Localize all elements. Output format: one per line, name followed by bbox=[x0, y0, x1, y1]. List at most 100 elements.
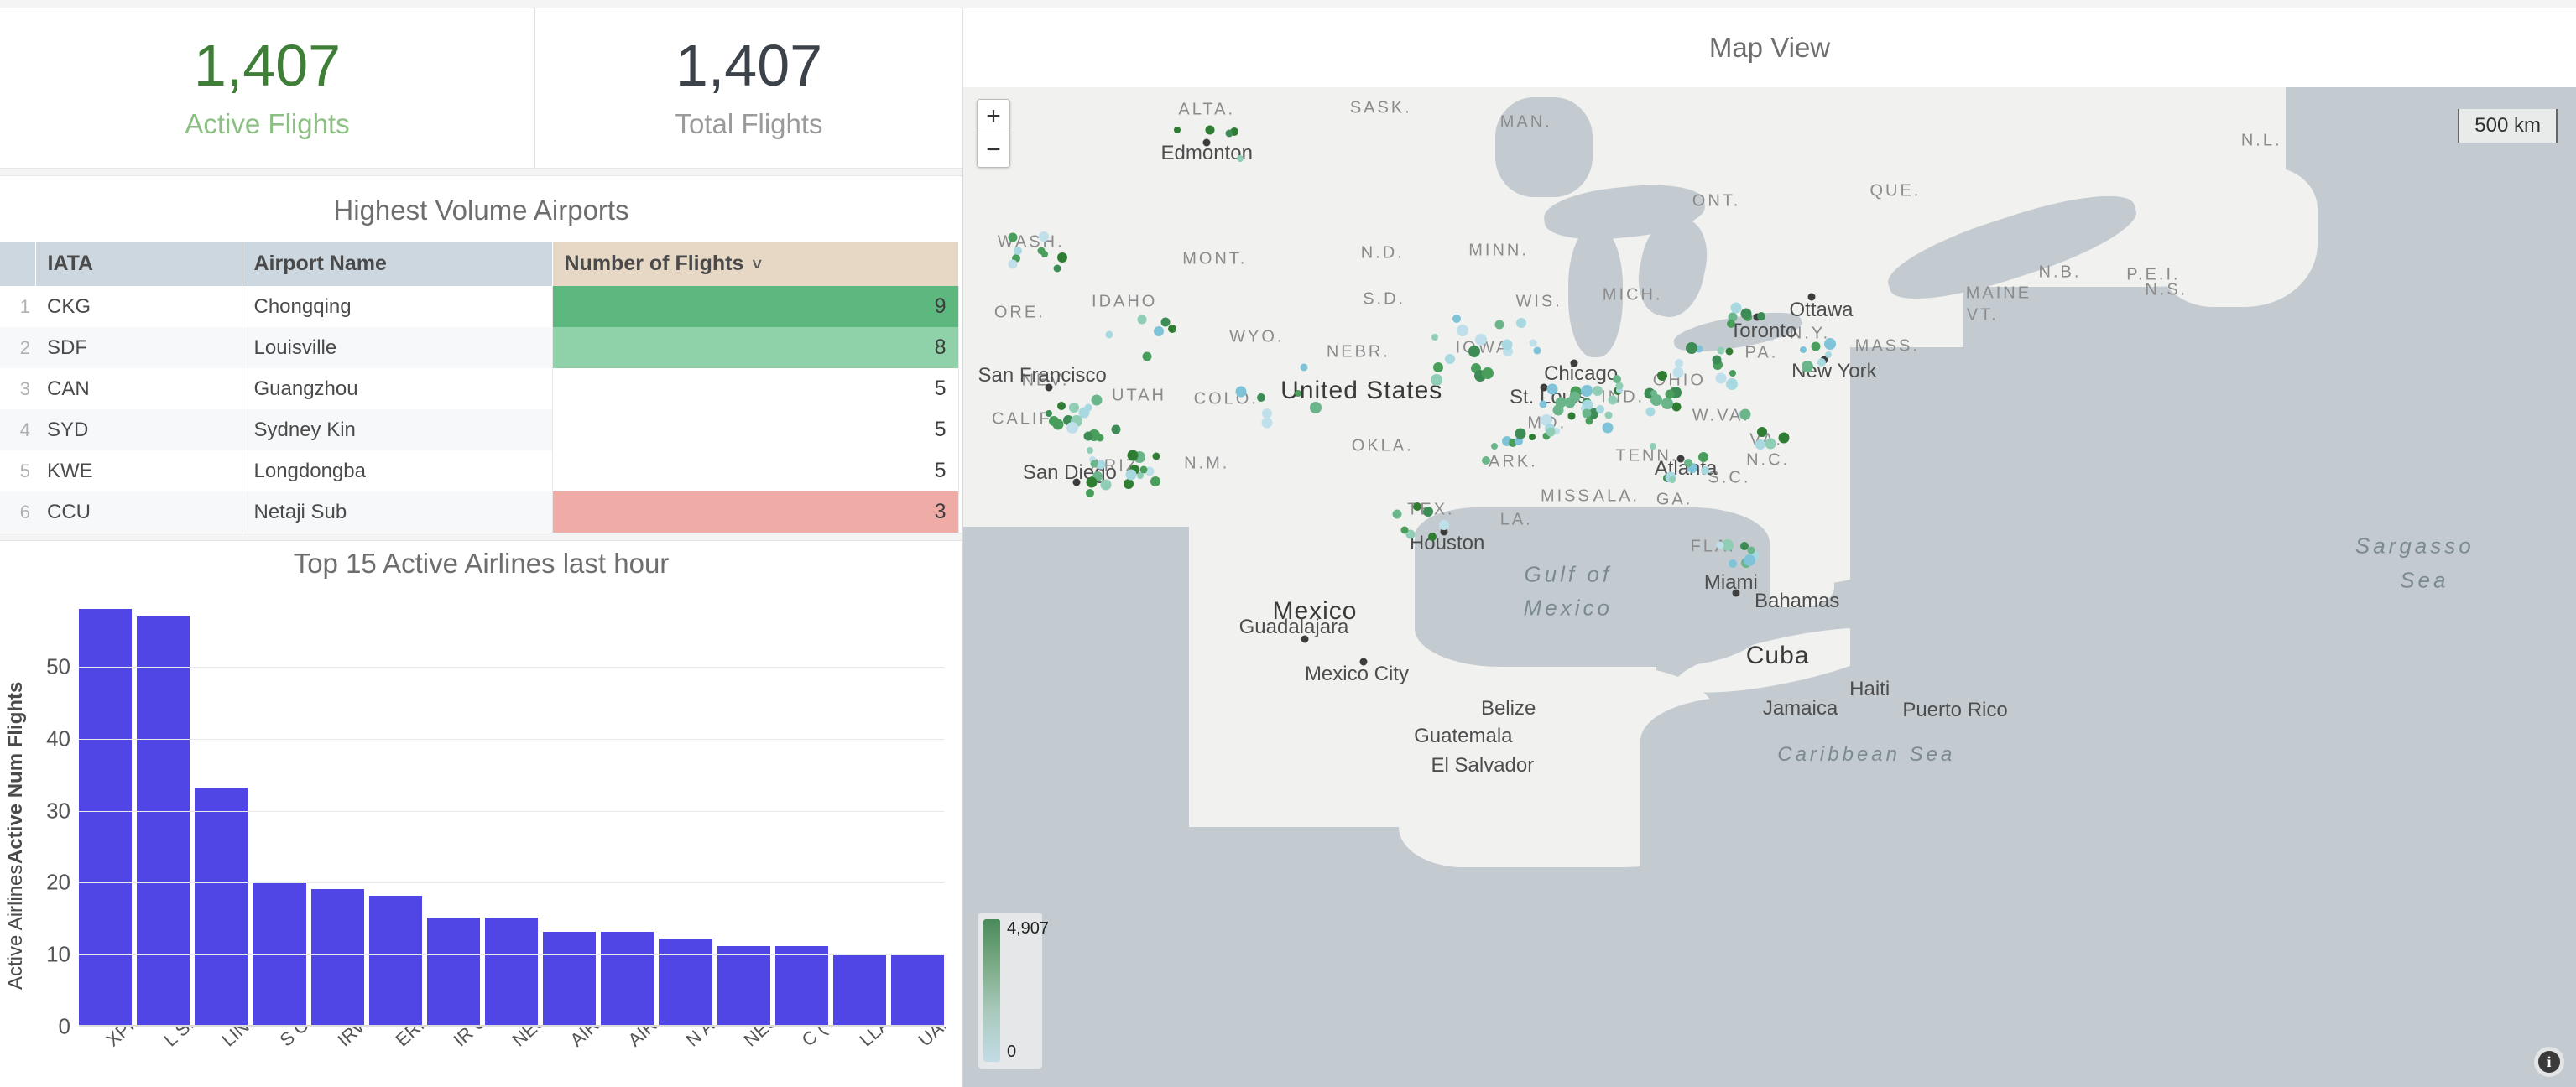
bar-14[interactable] bbox=[890, 953, 945, 1025]
flight-marker[interactable] bbox=[1569, 391, 1581, 403]
flight-marker[interactable] bbox=[1756, 311, 1765, 320]
flight-marker[interactable] bbox=[1127, 450, 1139, 461]
flight-marker[interactable] bbox=[1825, 351, 1833, 358]
flight-marker[interactable] bbox=[1739, 408, 1751, 420]
flight-marker[interactable] bbox=[1008, 232, 1018, 242]
flight-marker[interactable] bbox=[1539, 400, 1547, 408]
flight-marker[interactable] bbox=[1701, 466, 1710, 475]
flight-marker[interactable] bbox=[1516, 317, 1527, 328]
flight-marker[interactable] bbox=[1431, 334, 1438, 341]
flight-marker[interactable] bbox=[1683, 458, 1692, 467]
bar-5[interactable] bbox=[368, 896, 422, 1025]
flight-marker[interactable] bbox=[1661, 397, 1673, 409]
table-row[interactable]: 2 SDF Louisville 8 bbox=[0, 327, 959, 368]
bar-13[interactable] bbox=[832, 953, 886, 1025]
flight-marker[interactable] bbox=[1152, 452, 1160, 460]
flight-marker[interactable] bbox=[1049, 415, 1060, 426]
flight-marker[interactable] bbox=[1083, 431, 1093, 441]
flight-marker[interactable] bbox=[1501, 339, 1513, 351]
flight-marker[interactable] bbox=[1604, 411, 1613, 419]
zoom-in-button[interactable]: + bbox=[978, 100, 1009, 133]
flight-marker[interactable] bbox=[1650, 389, 1657, 397]
flight-marker[interactable] bbox=[1111, 424, 1121, 434]
flight-marker[interactable] bbox=[1427, 532, 1437, 541]
flight-marker[interactable] bbox=[1744, 554, 1756, 567]
bar-8[interactable] bbox=[543, 931, 597, 1025]
flight-marker[interactable] bbox=[1057, 402, 1066, 411]
flight-marker[interactable] bbox=[1717, 346, 1725, 355]
flight-marker[interactable] bbox=[1546, 383, 1558, 395]
flight-marker[interactable] bbox=[1698, 452, 1709, 463]
flight-marker[interactable] bbox=[1468, 346, 1480, 358]
kpi-card-total-flights[interactable]: 1,407 Total Flights bbox=[535, 8, 963, 168]
bar-4[interactable] bbox=[310, 888, 364, 1025]
flight-marker[interactable] bbox=[1084, 403, 1092, 412]
flight-marker[interactable] bbox=[1756, 426, 1767, 437]
bar-10[interactable] bbox=[659, 939, 712, 1025]
flight-marker[interactable] bbox=[1675, 358, 1684, 367]
flight-marker[interactable] bbox=[1580, 385, 1593, 398]
flight-marker[interactable] bbox=[1715, 372, 1727, 384]
map-zoom-controls[interactable]: + − bbox=[977, 99, 1010, 168]
flight-marker[interactable] bbox=[1529, 433, 1536, 440]
table-row[interactable]: 1 CKG Chongqing 9 bbox=[0, 286, 959, 327]
flight-marker[interactable] bbox=[1173, 126, 1181, 133]
flight-marker[interactable] bbox=[1712, 355, 1722, 365]
flight-marker[interactable] bbox=[1105, 330, 1113, 339]
column-header-number-of-flights[interactable]: Number of Flights ˅ bbox=[552, 242, 959, 286]
table-row[interactable]: 4 SYD Sydney Kin 5 bbox=[0, 409, 959, 450]
flight-marker[interactable] bbox=[1142, 351, 1152, 361]
flight-marker[interactable] bbox=[1124, 478, 1134, 489]
flight-marker[interactable] bbox=[1482, 367, 1494, 379]
flight-marker[interactable] bbox=[1392, 509, 1402, 519]
flight-marker[interactable] bbox=[1257, 393, 1266, 403]
flight-marker[interactable] bbox=[1205, 125, 1215, 135]
flight-marker[interactable] bbox=[1168, 324, 1177, 333]
flight-marker[interactable] bbox=[1294, 389, 1301, 397]
bar-12[interactable] bbox=[774, 945, 828, 1025]
bar-3[interactable] bbox=[253, 882, 306, 1025]
flight-marker[interactable] bbox=[1755, 439, 1765, 450]
bar-11[interactable] bbox=[717, 945, 770, 1025]
flight-marker[interactable] bbox=[1237, 154, 1244, 162]
flight-marker[interactable] bbox=[1529, 339, 1537, 347]
flight-marker[interactable] bbox=[1593, 386, 1603, 397]
flight-marker[interactable] bbox=[1086, 476, 1098, 488]
flight-marker[interactable] bbox=[1053, 264, 1061, 273]
bar-7[interactable] bbox=[484, 917, 539, 1025]
flight-marker[interactable] bbox=[1552, 404, 1563, 416]
flight-marker[interactable] bbox=[1533, 346, 1541, 355]
table-row[interactable]: 6 CCU Netaji Sub 3 bbox=[0, 491, 959, 533]
flight-marker[interactable] bbox=[1068, 402, 1079, 413]
flight-marker[interactable] bbox=[1400, 526, 1409, 534]
flight-marker[interactable] bbox=[1823, 338, 1836, 351]
flight-marker[interactable] bbox=[1445, 354, 1456, 365]
flight-marker[interactable] bbox=[1747, 546, 1755, 554]
flight-marker[interactable] bbox=[1608, 395, 1618, 405]
flight-marker[interactable] bbox=[1438, 520, 1449, 531]
flight-marker[interactable] bbox=[1235, 386, 1247, 398]
bar-1[interactable] bbox=[137, 616, 190, 1025]
flight-marker[interactable] bbox=[1310, 402, 1322, 414]
flight-marker[interactable] bbox=[1725, 347, 1734, 356]
flight-marker[interactable] bbox=[1096, 460, 1106, 470]
table-row[interactable]: 5 KWE Longdongba 5 bbox=[0, 450, 959, 491]
flight-marker[interactable] bbox=[1585, 417, 1593, 425]
map-info-button[interactable]: i bbox=[2534, 1047, 2564, 1077]
flight-marker[interactable] bbox=[1090, 460, 1098, 468]
flight-marker[interactable] bbox=[1432, 362, 1443, 373]
flight-marker[interactable] bbox=[1567, 412, 1576, 420]
flight-marker[interactable] bbox=[1008, 259, 1018, 269]
flight-marker[interactable] bbox=[1150, 476, 1160, 486]
bar-6[interactable] bbox=[426, 917, 480, 1025]
flight-marker[interactable] bbox=[1817, 357, 1827, 367]
flight-marker[interactable] bbox=[1645, 407, 1656, 417]
flight-marker[interactable] bbox=[1801, 361, 1813, 373]
flight-marker[interactable] bbox=[1154, 326, 1165, 337]
flight-marker[interactable] bbox=[1716, 541, 1724, 549]
flight-marker[interactable] bbox=[1778, 432, 1790, 444]
flight-marker[interactable] bbox=[1650, 442, 1657, 450]
flight-marker[interactable] bbox=[1041, 251, 1049, 258]
flight-marker[interactable] bbox=[1811, 341, 1821, 351]
flight-marker[interactable] bbox=[1613, 374, 1622, 383]
